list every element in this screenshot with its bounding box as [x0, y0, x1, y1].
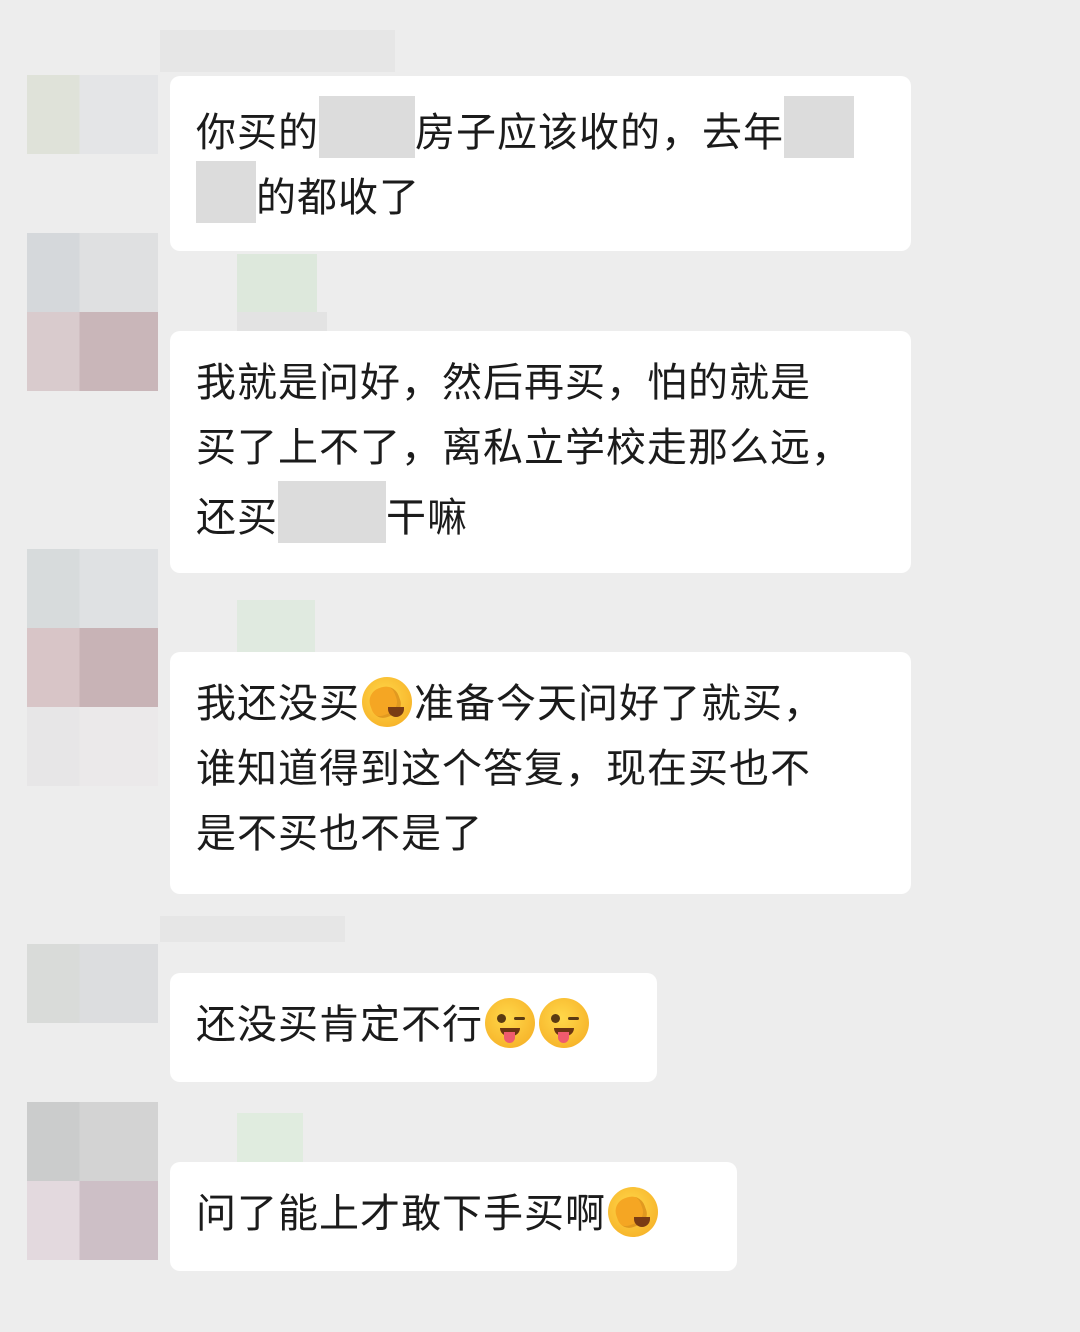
message-text: 的都收了 [256, 175, 420, 221]
message-text: 还买 [196, 495, 278, 541]
message-line: 是不买也不是了 [196, 802, 897, 867]
message-line: 问了能上才敢下手买啊 [196, 1182, 723, 1247]
sender-name [160, 30, 395, 72]
message-line: 我就是问好，然后再买，怕的就是 [196, 351, 897, 416]
message-bubble[interactable]: 还没买肯定不行 [170, 973, 657, 1082]
message-text: 干嘛 [386, 495, 468, 541]
redacted-block [278, 481, 386, 543]
message-line: 的都收了 [196, 161, 897, 226]
avatar[interactable] [27, 1181, 158, 1260]
sender-name [237, 254, 317, 314]
redacted-block [196, 161, 256, 223]
avatar[interactable] [27, 75, 158, 154]
message-text: 我还没买 [196, 681, 360, 727]
message-line: 还买 干嘛 [196, 481, 897, 546]
message-text: 谁知道得到这个答复，现在买也不 [196, 746, 811, 792]
message-bubble[interactable]: 我就是问好，然后再买，怕的就是 买了上不了，离私立学校走那么远， 还买 干嘛 [170, 331, 911, 573]
message-line: 买了上不了，离私立学校走那么远， [196, 416, 897, 481]
message-text: 是不买也不是了 [196, 811, 483, 857]
message-bubble[interactable]: 我还没买 准备今天问好了就买， 谁知道得到这个答复，现在买也不 是不买也不是了 [170, 652, 911, 894]
avatar[interactable] [27, 707, 158, 786]
sender-name [237, 1113, 303, 1165]
sender-name [237, 600, 315, 656]
message-bubble[interactable]: 你买的 房子应该收的，去年的都收了 [170, 76, 911, 251]
avatar[interactable] [27, 1102, 158, 1181]
message-text: 买了上不了，离私立学校走那么远， [196, 425, 852, 471]
message-text: 还没买肯定不行 [196, 1002, 483, 1048]
avatar[interactable] [27, 233, 158, 312]
facepalm-emoji [608, 1187, 658, 1237]
message-text: 我就是问好，然后再买，怕的就是 [196, 360, 811, 406]
avatar[interactable] [27, 312, 158, 391]
avatar[interactable] [27, 628, 158, 707]
facepalm-emoji [362, 677, 412, 727]
message-line: 还没买肯定不行 [196, 993, 643, 1058]
message-bubble[interactable]: 问了能上才敢下手买啊 [170, 1162, 737, 1271]
wink-tongue-emoji [539, 998, 589, 1048]
message-text: 准备今天问好了就买， [414, 681, 824, 727]
message-text: 你买的 [196, 110, 319, 156]
message-line: 我还没买 准备今天问好了就买， [196, 672, 897, 737]
message-text: 问了能上才敢下手买啊 [196, 1191, 606, 1237]
message-text: 房子应该收的，去年 [415, 110, 784, 156]
redacted-block [319, 96, 415, 158]
sender-name [237, 312, 327, 332]
avatar[interactable] [27, 549, 158, 628]
redacted-block [784, 96, 854, 158]
wink-tongue-emoji [485, 998, 535, 1048]
avatar[interactable] [27, 944, 158, 1023]
message-line: 谁知道得到这个答复，现在买也不 [196, 737, 897, 802]
message-line: 你买的 房子应该收的，去年 [196, 96, 897, 161]
sender-name [160, 916, 345, 942]
